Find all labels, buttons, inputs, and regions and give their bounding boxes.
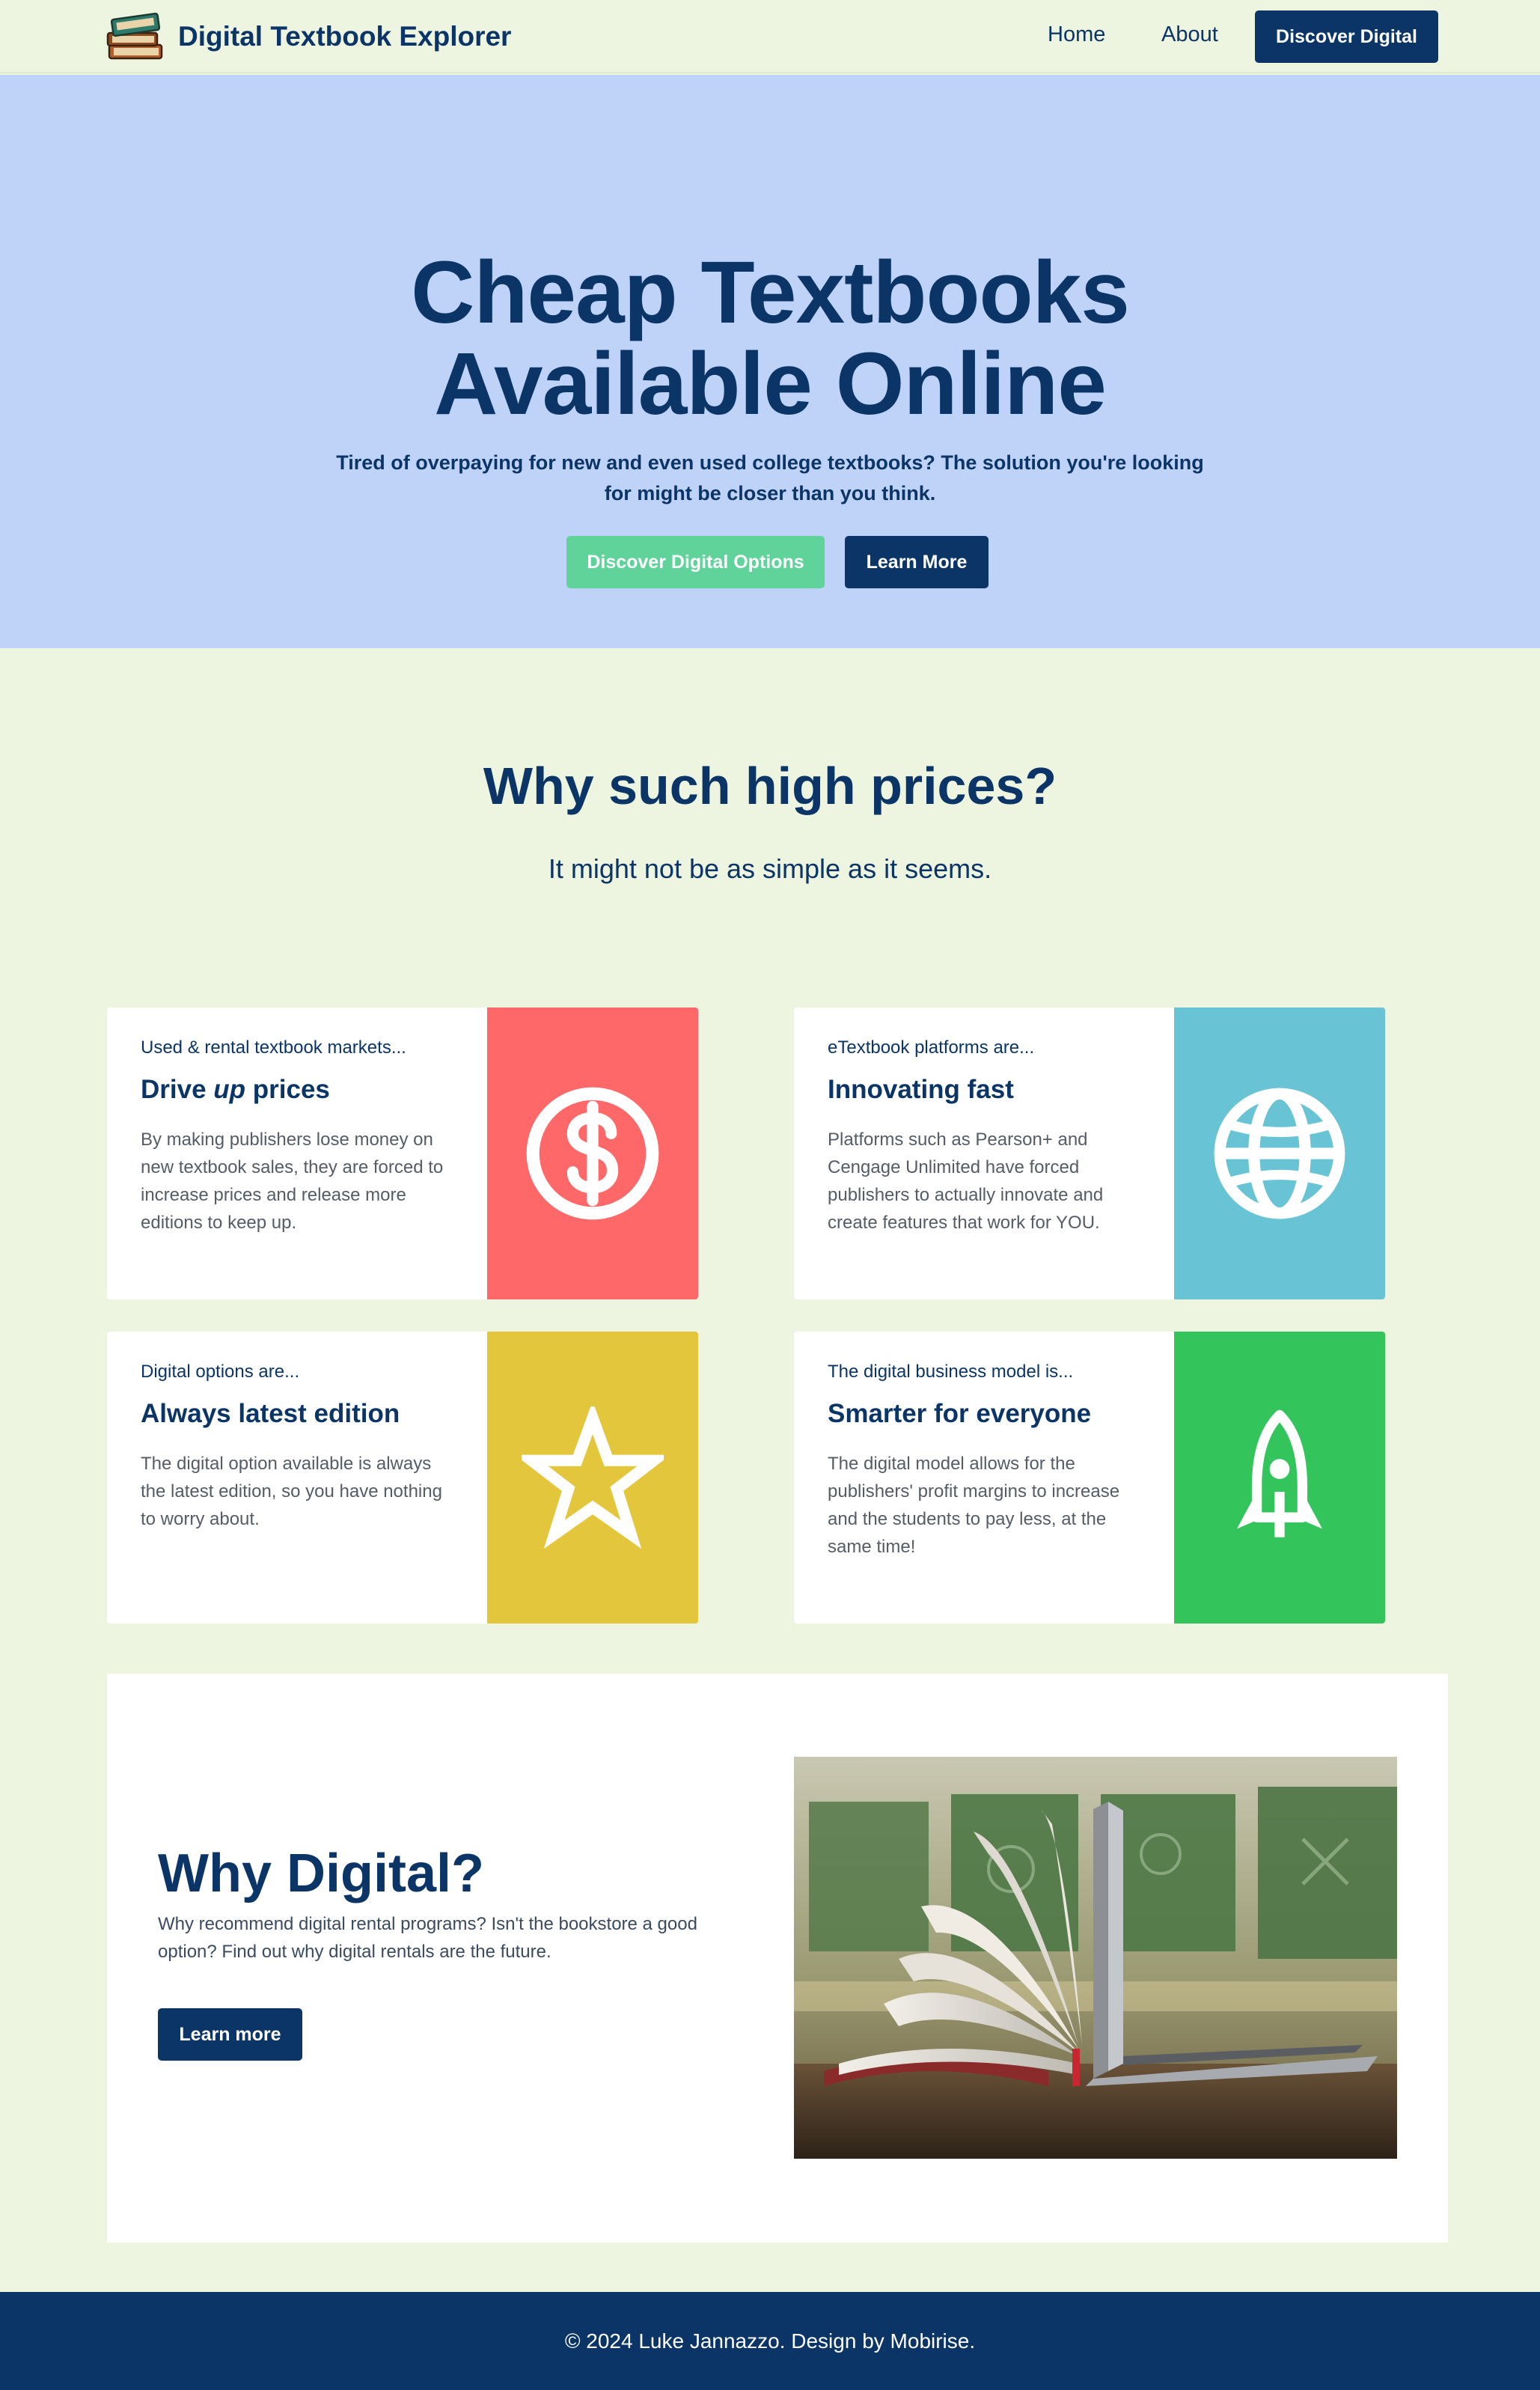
card-description: Platforms such as Pearson+ and Cengage U… — [828, 1130, 1104, 1233]
card-text: Digital options are... Always latest edi… — [141, 1362, 455, 1533]
card-kicker: Used & rental textbook markets... — [141, 1037, 406, 1058]
card-title: Smarter for everyone — [828, 1399, 1092, 1428]
feature-card-always-latest-edition: Digital options are... Always latest edi… — [107, 1332, 698, 1624]
nav-link-about[interactable]: About — [1161, 22, 1218, 47]
learn-more-button-why[interactable]: Learn more — [158, 2008, 302, 2061]
card-icon-panel — [487, 1007, 698, 1299]
why-digital-description: Why recommend digital rental programs? I… — [158, 1914, 697, 1962]
card-text: eTextbook platforms are... Innovating fa… — [828, 1037, 1142, 1237]
why-digital-title: Why Digital? — [158, 1844, 484, 1903]
card-title-emphasis: up — [213, 1075, 246, 1104]
book-and-laptop-image — [794, 1757, 1397, 2159]
card-title: Drive up prices — [141, 1073, 455, 1106]
brand[interactable]: Digital Textbook Explorer — [106, 10, 511, 63]
card-description: The digital model allows for the publish… — [828, 1454, 1120, 1557]
card-kicker: eTextbook platforms are... — [828, 1037, 1035, 1058]
section-title: Why such high prices? — [483, 757, 1057, 815]
rocket-icon — [1237, 1409, 1322, 1537]
card-title: Always latest edition — [141, 1399, 400, 1428]
books-logo-icon — [106, 12, 163, 60]
card-title-pre: Drive — [141, 1075, 214, 1104]
card-text: Used & rental textbook markets... Drive … — [141, 1037, 455, 1237]
card-title-post: prices — [245, 1075, 330, 1104]
section-subtitle: It might not be as simple as it seems. — [548, 853, 992, 884]
navbar: Digital Textbook Explorer Home About Dis… — [0, 0, 1540, 73]
nav-link-home[interactable]: Home — [1048, 22, 1105, 47]
learn-more-button[interactable]: Learn More — [845, 536, 989, 588]
footer-copyright: © 2024 Luke Jannazzo. Design by Mobirise… — [564, 2329, 976, 2353]
brand-name: Digital Textbook Explorer — [178, 21, 512, 52]
feature-card-innovating-fast: eTextbook platforms are... Innovating fa… — [794, 1007, 1385, 1299]
card-icon-panel — [487, 1332, 698, 1624]
feature-card-smarter-for-everyone: The digital business model is... Smarter… — [794, 1332, 1385, 1624]
book-laptop-illustration — [794, 1757, 1397, 2159]
card-icon-panel — [1174, 1007, 1385, 1299]
globe-icon — [1214, 1088, 1345, 1219]
card-text: The digital business model is... Smarter… — [828, 1362, 1142, 1561]
hero-title-line1: Cheap Textbooks — [411, 243, 1130, 342]
hero-title: Cheap Textbooks Available Online — [0, 247, 1540, 430]
feature-card-drive-up-prices: Used & rental textbook markets... Drive … — [107, 1007, 698, 1299]
card-icon-panel — [1174, 1332, 1385, 1624]
dollar-icon — [526, 1087, 659, 1220]
card-kicker: The digital business model is... — [828, 1362, 1074, 1382]
star-icon — [522, 1406, 664, 1549]
discover-digital-options-button[interactable]: Discover Digital Options — [566, 536, 825, 588]
discover-digital-button[interactable]: Discover Digital — [1255, 10, 1438, 63]
card-description: By making publishers lose money on new t… — [141, 1130, 444, 1233]
hero-subtitle: Tired of overpaying for new and even use… — [336, 451, 1204, 504]
why-digital-section: Why Digital? Why recommend digital renta… — [107, 1674, 1448, 2243]
card-description: The digital option available is always t… — [141, 1454, 442, 1529]
hero-title-line2: Available Online — [434, 335, 1107, 433]
card-kicker: Digital options are... — [141, 1362, 300, 1382]
card-title: Innovating fast — [828, 1075, 1014, 1104]
footer: © 2024 Luke Jannazzo. Design by Mobirise… — [0, 2292, 1540, 2390]
hero-section: Cheap Textbooks Available Online Tired o… — [0, 75, 1540, 648]
